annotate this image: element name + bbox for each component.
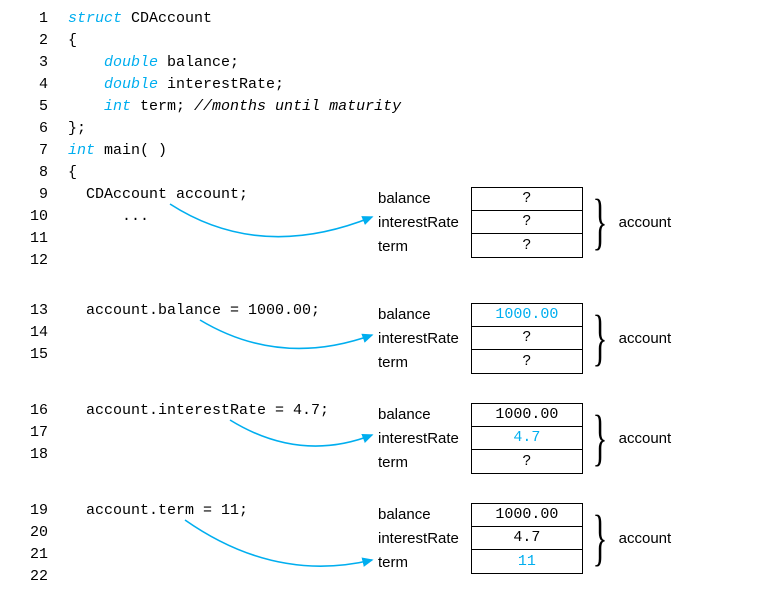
code-text: }; — [48, 120, 378, 137]
account-label: account — [619, 530, 672, 547]
line-number: 5 — [20, 98, 48, 115]
memory-box: ? ? ? — [471, 187, 583, 258]
label-balance: balance — [378, 186, 459, 210]
code-line: 2 { — [20, 32, 743, 54]
code-text: double balance; — [48, 54, 378, 71]
code-line: 3 double balance; — [20, 54, 743, 76]
label-balance: balance — [378, 402, 459, 426]
cell-balance: 1000.00 — [472, 404, 582, 427]
state-block-3: 16 account.interestRate = 4.7; 17 18 bal… — [20, 402, 743, 474]
code-line: 8 { — [20, 164, 743, 186]
cell-interestRate: ? — [472, 327, 582, 350]
line-number: 2 — [20, 32, 48, 49]
line-number: 3 — [20, 54, 48, 71]
code-line: 6 }; — [20, 120, 743, 142]
line-number: 19 — [20, 502, 48, 519]
line-number: 18 — [20, 446, 48, 463]
comment: //months until maturity — [194, 98, 401, 115]
line-number: 13 — [20, 302, 48, 319]
cell-term: ? — [472, 234, 582, 257]
label-term: term — [378, 550, 459, 574]
code-text: account.term = 11; — [48, 502, 378, 519]
cell-term: 11 — [472, 550, 582, 573]
brace-icon: } — [592, 507, 607, 569]
label-balance: balance — [378, 502, 459, 526]
label-interestRate: interestRate — [378, 426, 459, 450]
code-line: 4 double interestRate; — [20, 76, 743, 98]
account-label: account — [619, 214, 672, 231]
line-number: 12 — [20, 252, 48, 269]
label-interestRate: interestRate — [378, 210, 459, 234]
account-label: account — [619, 430, 672, 447]
cell-interestRate: 4.7 — [472, 427, 582, 450]
line-number: 4 — [20, 76, 48, 93]
field-labels: balance interestRate term — [378, 186, 459, 258]
label-balance: balance — [378, 302, 459, 326]
line-number: 9 — [20, 186, 48, 203]
line-number: 7 — [20, 142, 48, 159]
brace-icon: } — [592, 191, 607, 253]
keyword: int — [68, 142, 95, 159]
field-labels: balance interestRate term — [378, 402, 459, 474]
code-text: account.balance = 1000.00; — [48, 302, 378, 319]
line-number: 20 — [20, 524, 48, 541]
code-text: struct CDAccount — [48, 10, 378, 27]
line-number: 22 — [20, 568, 48, 585]
code-text: double interestRate; — [48, 76, 378, 93]
label-term: term — [378, 234, 459, 258]
cell-interestRate: ? — [472, 211, 582, 234]
field-labels: balance interestRate term — [378, 502, 459, 574]
label-interestRate: interestRate — [378, 326, 459, 350]
code-text: { — [48, 32, 378, 49]
keyword: struct — [68, 10, 122, 27]
memory-box: 1000.00 4.7 ? — [471, 403, 583, 474]
account-label: account — [619, 330, 672, 347]
code-text: { — [48, 164, 378, 181]
brace-icon: } — [592, 407, 607, 469]
cell-balance: 1000.00 — [472, 304, 582, 327]
line-number: 10 — [20, 208, 48, 225]
brace-icon: } — [592, 307, 607, 369]
state-block-4: 19 account.term = 11; 20 21 22 balance i… — [20, 502, 743, 590]
line-number: 6 — [20, 120, 48, 137]
field-labels: balance interestRate term — [378, 302, 459, 374]
code-text: ... — [48, 208, 378, 225]
code-text: int term; //months until maturity — [48, 98, 378, 115]
label-term: term — [378, 350, 459, 374]
code-text: CDAccount account; — [48, 186, 378, 203]
state-block-1: 9 CDAccount account; 10 ... 11 12 balanc… — [20, 186, 743, 274]
line-number: 8 — [20, 164, 48, 181]
code-line: 5 int term; //months until maturity — [20, 98, 743, 120]
cell-interestRate: 4.7 — [472, 527, 582, 550]
code-text: account.interestRate = 4.7; — [48, 402, 378, 419]
label-term: term — [378, 450, 459, 474]
cell-term: ? — [472, 450, 582, 473]
cell-balance: 1000.00 — [472, 504, 582, 527]
state-block-2: 13 account.balance = 1000.00; 14 15 bala… — [20, 302, 743, 374]
line-number: 16 — [20, 402, 48, 419]
line-number: 17 — [20, 424, 48, 441]
line-number: 21 — [20, 546, 48, 563]
memory-box: 1000.00 ? ? — [471, 303, 583, 374]
keyword: double — [104, 76, 158, 93]
memory-box: 1000.00 4.7 11 — [471, 503, 583, 574]
line-number: 15 — [20, 346, 48, 363]
line-number: 1 — [20, 10, 48, 27]
code-text: int main( ) — [48, 142, 378, 159]
code-line: 7 int main( ) — [20, 142, 743, 164]
cell-balance: ? — [472, 188, 582, 211]
keyword: int — [104, 98, 131, 115]
keyword: double — [104, 54, 158, 71]
cell-term: ? — [472, 350, 582, 373]
line-number: 11 — [20, 230, 48, 247]
label-interestRate: interestRate — [378, 526, 459, 550]
code-line: 1 struct CDAccount — [20, 10, 743, 32]
line-number: 14 — [20, 324, 48, 341]
